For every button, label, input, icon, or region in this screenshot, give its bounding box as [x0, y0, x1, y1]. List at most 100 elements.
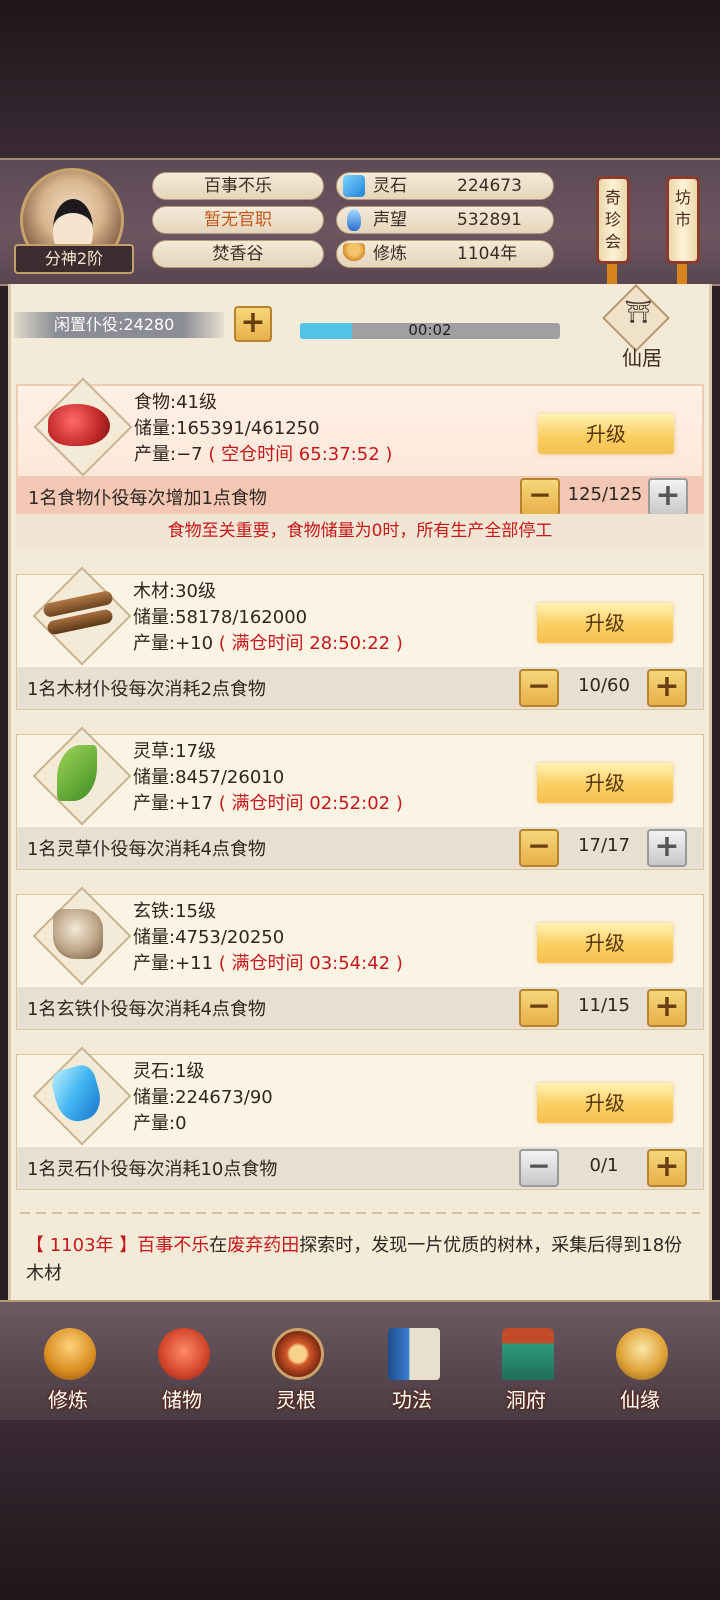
add-servant-button[interactable]: + — [234, 306, 272, 342]
nav-label: 储物 — [162, 1388, 202, 1412]
output-timer: ( 空仓时间 65:37:52 ) — [208, 444, 393, 465]
nav-label: 灵根 — [276, 1388, 316, 1412]
output-value: 产量:+10 — [133, 633, 214, 654]
player-header: 分神2阶 百事不乐 暂无官职 焚香谷 灵石 224673 声望 532891 修… — [0, 158, 720, 290]
upgrade-button[interactable]: 升级 — [537, 603, 673, 643]
resource-storage: 储量:224673/90 — [133, 1087, 273, 1108]
treasure-auction-button[interactable]: 奇珍会 — [596, 176, 630, 264]
servant-row: 1名玄铁仆役每次消耗4点食物 − 11/15 + — [17, 987, 703, 1029]
resource-level: 灵草:17级 — [133, 741, 216, 762]
servant-row: 1名灵草仆役每次消耗4点食物 − 17/17 + — [17, 827, 703, 869]
resource-storage: 储量:165391/461250 — [134, 418, 320, 439]
output-value: 产量:+11 — [133, 953, 214, 974]
log-place: 废弃药田 — [227, 1235, 300, 1256]
log-year: 【 1103年 】 — [26, 1235, 138, 1256]
cave-mansion-icon — [502, 1328, 554, 1380]
decrease-servant-button[interactable]: − — [519, 829, 559, 867]
official-title[interactable]: 暂无官职 — [152, 206, 324, 234]
event-log[interactable]: 【 1103年 】百事不乐在废弃药田探索时，发现一片优质的树林，采集后得到18份… — [26, 1232, 686, 1288]
spirit-stone-icon — [343, 175, 365, 197]
servant-count: 125/125 — [567, 484, 643, 505]
nav-spirit-root[interactable]: 灵根 — [246, 1312, 346, 1416]
servant-progress-bar: 00:02 — [300, 323, 560, 339]
spirit-root-icon — [272, 1328, 324, 1380]
stat-value: 1104年 — [457, 244, 518, 264]
food-warning: 食物至关重要，食物储量为0时，所有生产全部停工 — [16, 514, 704, 548]
ornamental-divider — [20, 1212, 700, 1214]
xianju-label[interactable]: 仙居 — [606, 342, 678, 371]
bottom-backdrop — [0, 1420, 720, 1600]
servant-description: 1名食物仆役每次增加1点食物 — [28, 488, 267, 509]
idle-servants-label: 闲置仆役:24280 — [14, 312, 224, 338]
servant-description: 1名木材仆役每次消耗2点食物 — [27, 679, 266, 700]
servant-description: 1名玄铁仆役每次消耗4点食物 — [27, 999, 266, 1020]
resource-output: 产量:−7 ( 空仓时间 65:37:52 ) — [134, 442, 392, 468]
market-button[interactable]: 坊市 — [666, 176, 700, 264]
resource-output: 产量:+11 ( 满仓时间 03:54:42 ) — [133, 951, 403, 977]
resource-level: 木材:30级 — [133, 581, 216, 602]
stat-label: 声望 — [373, 210, 407, 230]
resource-card-herb: 灵草:17级 储量:8457/26010 产量:+17 ( 满仓时间 02:52… — [16, 726, 704, 870]
servant-description: 1名灵石仆役每次消耗10点食物 — [27, 1159, 278, 1180]
increase-servant-button[interactable]: + — [647, 989, 687, 1027]
stat-reputation: 声望 532891 — [336, 206, 554, 234]
output-timer: ( 满仓时间 28:50:22 ) — [218, 633, 403, 654]
servant-count: 0/1 — [589, 1155, 619, 1176]
scripture-book-icon — [388, 1328, 440, 1380]
log-text: 在 — [209, 1235, 228, 1256]
progress-timer: 00:02 — [408, 323, 452, 339]
nav-label: 功法 — [392, 1388, 432, 1412]
upgrade-button[interactable]: 升级 — [537, 1083, 673, 1123]
servant-row: 1名食物仆役每次增加1点食物 − 125/125 + — [18, 476, 702, 518]
nav-label: 洞府 — [506, 1388, 546, 1412]
bottom-nav: 修炼 储物 灵根 功法 洞府 仙缘 — [0, 1300, 720, 1422]
decrease-servant-button[interactable]: − — [519, 989, 559, 1027]
resource-level: 玄铁:15级 — [133, 901, 216, 922]
nav-storage[interactable]: 储物 — [132, 1312, 232, 1416]
stat-value: 532891 — [457, 210, 522, 230]
stat-label: 灵石 — [373, 176, 407, 196]
stat-spirit-stone: 灵石 224673 — [336, 172, 554, 200]
resource-storage: 储量:8457/26010 — [133, 767, 285, 788]
output-value: 产量:−7 — [134, 444, 203, 465]
decrease-servant-button[interactable]: − — [519, 1149, 559, 1187]
nav-cultivation[interactable]: 修炼 — [18, 1312, 118, 1416]
player-name: 百事不乐 — [152, 172, 324, 200]
nav-techniques[interactable]: 功法 — [362, 1312, 462, 1416]
stat-value: 224673 — [457, 176, 522, 196]
raw-meat-icon — [48, 404, 110, 446]
stat-cultivation: 修炼 1104年 — [336, 240, 554, 268]
servant-count: 11/15 — [578, 995, 630, 1016]
nav-label: 仙缘 — [620, 1388, 660, 1412]
servant-row: 1名木材仆役每次消耗2点食物 − 10/60 + — [17, 667, 703, 709]
increase-servant-button[interactable]: + — [647, 829, 687, 867]
increase-servant-button[interactable]: + — [648, 478, 688, 516]
storage-bag-icon — [158, 1328, 210, 1380]
output-timer: ( 满仓时间 03:54:42 ) — [218, 953, 403, 974]
resource-card-wood: 木材:30级 储量:58178/162000 产量:+10 ( 满仓时间 28:… — [16, 566, 704, 710]
resource-output: 产量:0 — [133, 1111, 187, 1137]
resource-storage: 储量:4753/20250 — [133, 927, 285, 948]
resource-output: 产量:+10 ( 满仓时间 28:50:22 ) — [133, 631, 403, 657]
servant-row: 1名灵石仆役每次消耗10点食物 − 0/1 + — [17, 1147, 703, 1189]
upgrade-button[interactable]: 升级 — [537, 923, 673, 963]
top-backdrop — [0, 0, 720, 160]
realm-badge: 分神2阶 — [14, 244, 134, 274]
resource-level: 灵石:1级 — [133, 1061, 205, 1082]
output-value: 产量:0 — [133, 1113, 187, 1134]
decrease-servant-button[interactable]: − — [519, 669, 559, 707]
nav-cave-mansion[interactable]: 洞府 — [476, 1312, 576, 1416]
resource-card-spirit-stone: 灵石:1级 储量:224673/90 产量:0 升级 1名灵石仆役每次消耗10点… — [16, 1046, 704, 1190]
resource-card-food: 食物:41级 储量:165391/461250 产量:−7 ( 空仓时间 65:… — [16, 377, 704, 520]
decrease-servant-button[interactable]: − — [520, 478, 560, 516]
increase-servant-button[interactable]: + — [647, 669, 687, 707]
nav-immortal-fate[interactable]: 仙缘 — [590, 1312, 690, 1416]
cultivation-monk-icon — [44, 1328, 96, 1380]
stat-label: 修炼 — [373, 244, 407, 264]
resource-output: 产量:+17 ( 满仓时间 02:52:02 ) — [133, 791, 403, 817]
resource-level: 食物:41级 — [134, 392, 217, 413]
increase-servant-button[interactable]: + — [647, 1149, 687, 1187]
upgrade-button[interactable]: 升级 — [538, 414, 674, 454]
upgrade-button[interactable]: 升级 — [537, 763, 673, 803]
nav-label: 修炼 — [48, 1388, 88, 1412]
